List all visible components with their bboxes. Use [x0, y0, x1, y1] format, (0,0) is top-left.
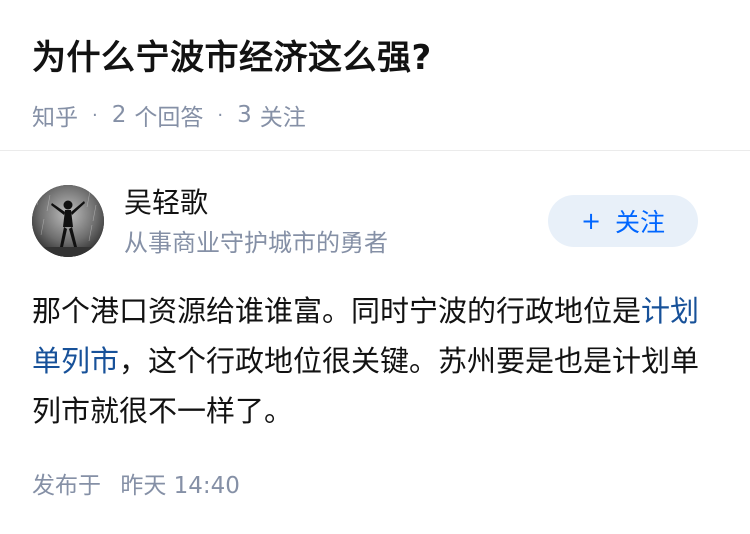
- author-name[interactable]: 吴轻歌: [124, 185, 208, 221]
- follow-button[interactable]: + 关注: [548, 195, 698, 247]
- author-headline: 从事商业守护城市的勇者: [124, 229, 388, 257]
- meta-separator: ·: [92, 104, 98, 126]
- answer-text-before: 那个港口资源给谁谁富。同时宁波的行政地位是: [32, 294, 642, 328]
- answer-count-label: 个回答: [134, 105, 204, 131]
- published-label: 发布于: [32, 473, 101, 499]
- question-header: 为什么宁波市经济这么强? 知乎 · 2 个回答 · 3 关注: [32, 30, 718, 132]
- follower-count-label: 关注: [259, 105, 306, 131]
- answer-count: 2: [111, 102, 127, 128]
- avatar[interactable]: [32, 185, 104, 257]
- source-label: 知乎: [32, 105, 78, 131]
- question-meta: 知乎 · 2 个回答 · 3 关注: [32, 98, 718, 132]
- follower-count: 3: [237, 102, 252, 128]
- answer-footer: 发布于 昨天 14:40: [32, 466, 240, 500]
- author-row: 吴轻歌 从事商业守护城市的勇者 + 关注: [32, 185, 698, 261]
- published-time: 昨天 14:40: [120, 473, 240, 499]
- question-title[interactable]: 为什么宁波市经济这么强?: [32, 30, 718, 86]
- answer-content: 那个港口资源给谁谁富。同时宁波的行政地位是计划单列市，这个行政地位很关键。苏州要…: [32, 286, 710, 436]
- avatar-person-icon: [32, 185, 104, 257]
- follow-button-label: 关注: [615, 208, 666, 237]
- plus-icon: +: [580, 207, 602, 235]
- meta-separator: ·: [217, 104, 224, 126]
- answer-text-after: ，这个行政地位很关键。苏州要是也是计划单列市就很不一样了。: [32, 344, 700, 428]
- header-divider: [0, 150, 750, 151]
